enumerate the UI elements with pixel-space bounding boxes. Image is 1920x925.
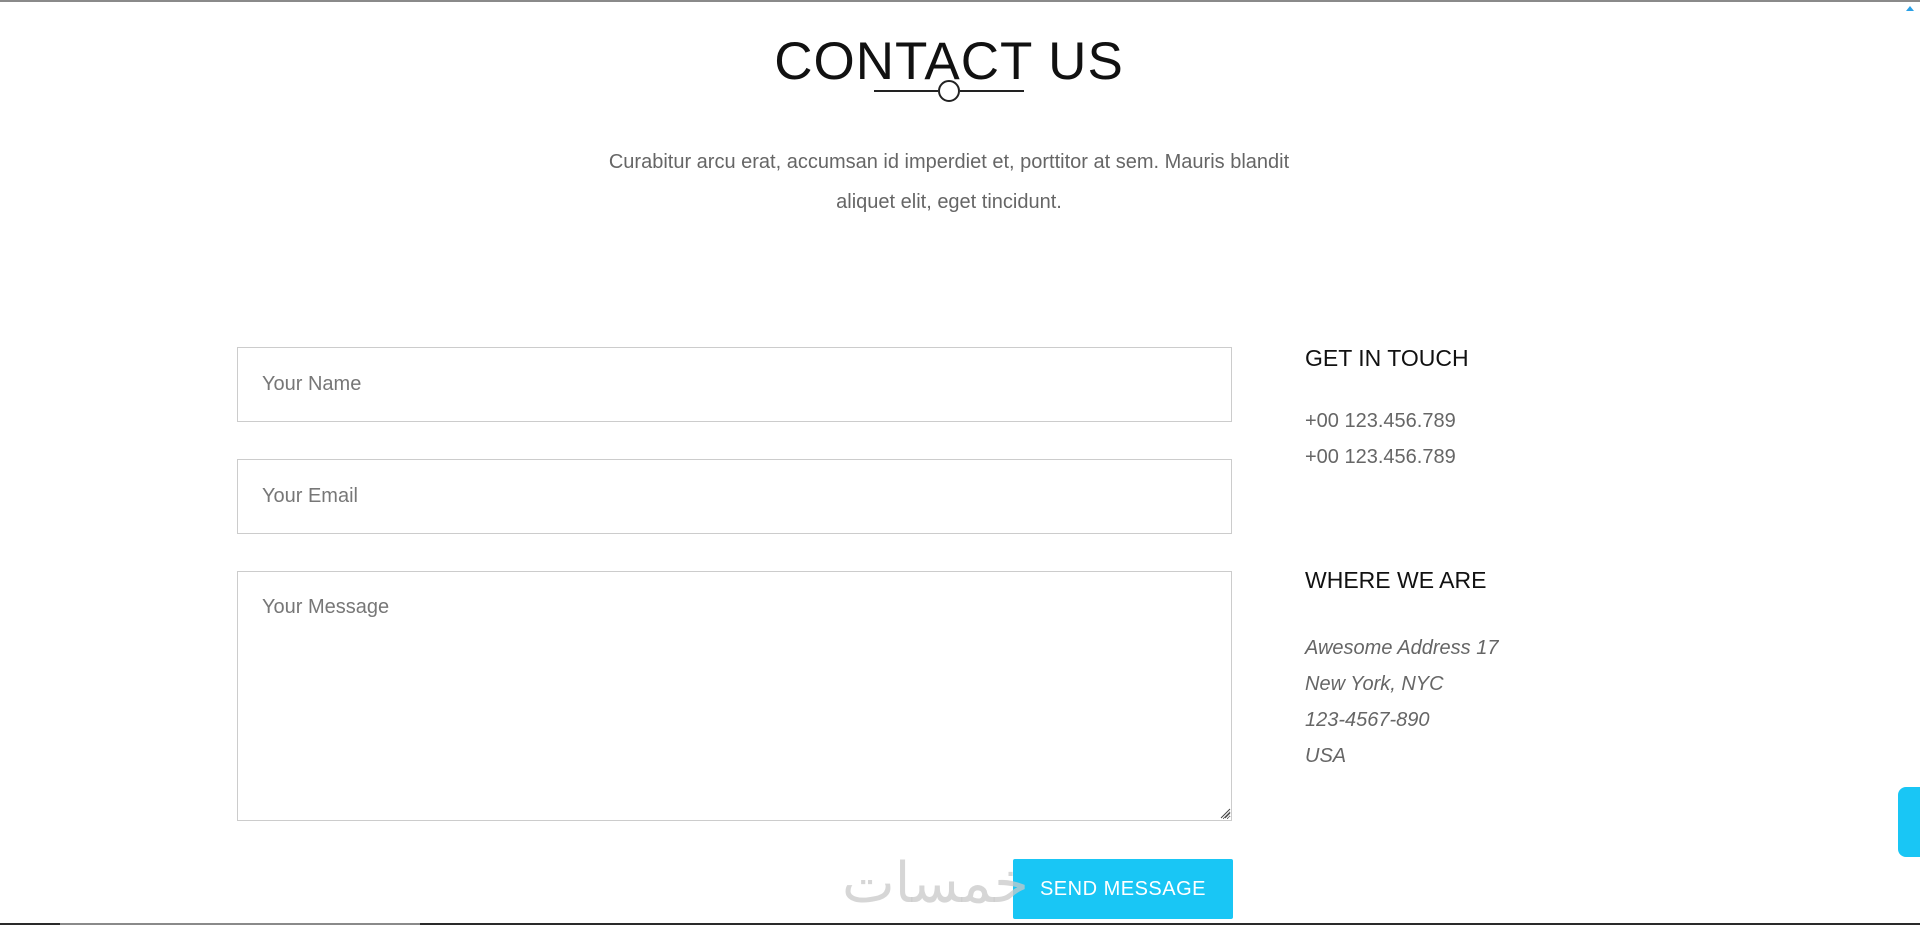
name-input[interactable] bbox=[237, 347, 1232, 422]
resize-grip-icon[interactable] bbox=[1219, 807, 1231, 819]
watermark: خمسات bbox=[842, 851, 1029, 916]
address-line: 123-4567-890 bbox=[1305, 709, 1430, 731]
get-in-touch-heading: GET IN TOUCH bbox=[1305, 345, 1469, 371]
phone-number: +00 123.456.789 bbox=[1305, 446, 1456, 468]
line-circle-divider-icon bbox=[874, 80, 1024, 102]
section-description: Curabitur arcu erat, accumsan id imperdi… bbox=[608, 151, 1290, 213]
where-we-are-heading: WHERE WE ARE bbox=[1305, 567, 1487, 593]
phone-number: +00 123.456.789 bbox=[1305, 410, 1456, 432]
message-textarea[interactable] bbox=[237, 571, 1232, 821]
contact-page: CONTACT US Curabitur arcu erat, accumsan… bbox=[0, 0, 1920, 925]
address-line: Awesome Address 17 bbox=[1305, 637, 1499, 659]
address-line: New York, NYC bbox=[1305, 673, 1444, 695]
email-input[interactable] bbox=[237, 459, 1232, 534]
top-border bbox=[0, 0, 1920, 2]
side-tab[interactable] bbox=[1898, 787, 1920, 857]
address-line: USA bbox=[1305, 745, 1347, 767]
send-message-button[interactable]: SEND MESSAGE bbox=[1013, 859, 1233, 919]
scroll-up-arrow-icon[interactable] bbox=[1906, 6, 1914, 11]
